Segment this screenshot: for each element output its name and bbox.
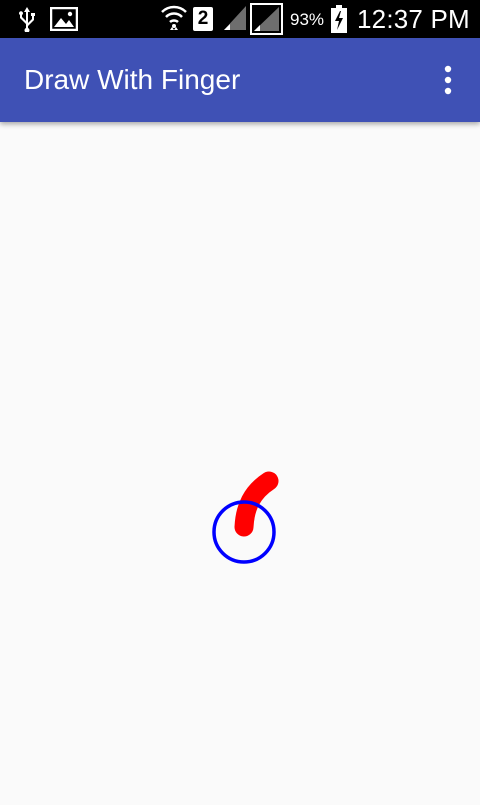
- battery-percentage: 93%: [290, 10, 325, 29]
- signal-icon: [222, 0, 248, 38]
- status-clock: 12:37 PM: [357, 4, 470, 34]
- status-bar: 2 93% 12:37 PM: [0, 0, 480, 38]
- sim-2-icon: 2: [193, 7, 213, 31]
- image-notification-icon: [49, 6, 79, 36]
- signal-icon-2: [250, 0, 284, 38]
- more-vert-icon: [426, 65, 470, 106]
- drawing-canvas[interactable]: [0, 122, 480, 800]
- overflow-menu-button[interactable]: [426, 58, 470, 102]
- usb-icon: [16, 6, 38, 37]
- app-bar: Draw With Finger: [0, 38, 480, 122]
- wifi-icon: [160, 0, 188, 38]
- battery-icon: [330, 0, 348, 38]
- app-title: Draw With Finger: [24, 64, 241, 95]
